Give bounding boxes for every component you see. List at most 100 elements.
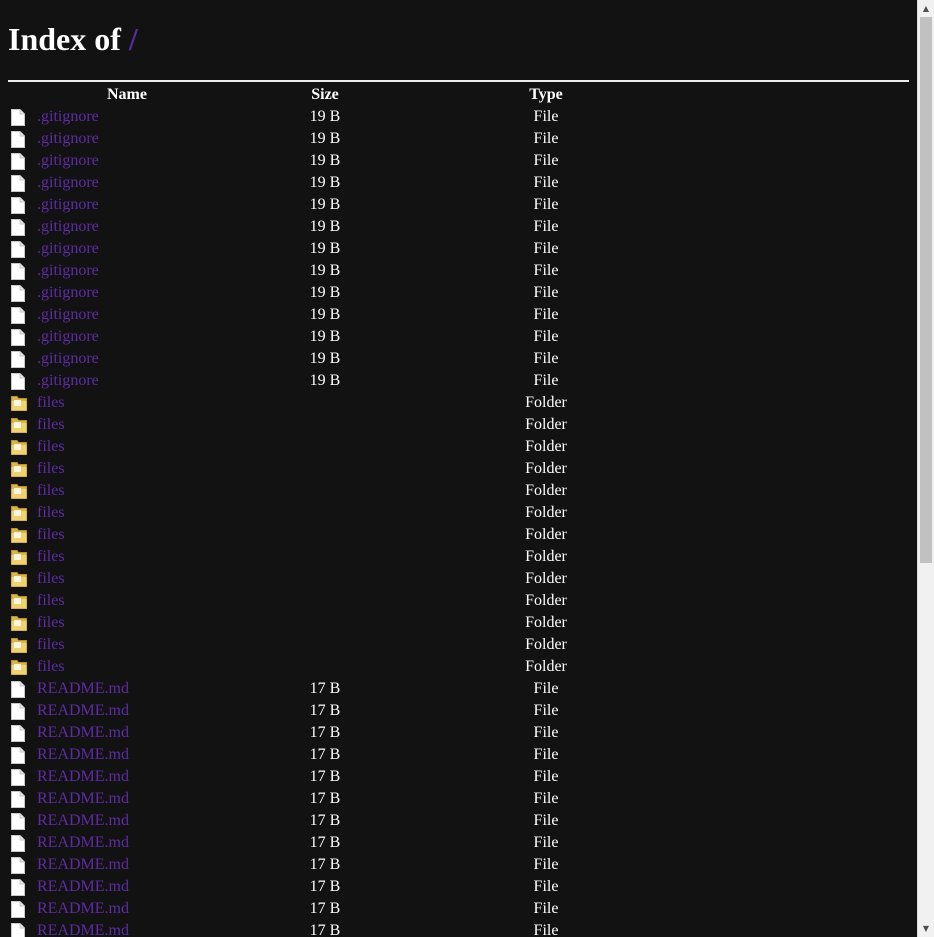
file-link[interactable]: README.md	[37, 878, 129, 895]
file-link[interactable]: README.md	[37, 724, 129, 741]
scroll-down-arrow[interactable]: ▼	[918, 920, 934, 937]
size-cell: 19 B	[309, 130, 341, 147]
file-link[interactable]: README.md	[37, 702, 129, 719]
file-link[interactable]: README.md	[37, 812, 129, 829]
file-link[interactable]: .gitignore	[37, 262, 99, 279]
table-row[interactable]: README.md 17 B File	[8, 876, 651, 898]
file-link[interactable]: README.md	[37, 900, 129, 917]
size-cell: 17 B	[309, 812, 341, 829]
name-cell: files	[37, 634, 217, 656]
table-row[interactable]: .gitignore 19 B File	[8, 150, 651, 172]
folder-link[interactable]: files	[37, 636, 65, 653]
table-row[interactable]: files Folder	[8, 568, 651, 590]
folder-link[interactable]: files	[37, 614, 65, 631]
table-row[interactable]: .gitignore 19 B File	[8, 172, 651, 194]
vertical-scrollbar[interactable]: ▲ ▼	[917, 0, 934, 937]
file-icon	[8, 854, 37, 876]
scrollbar-thumb[interactable]	[920, 17, 932, 563]
folder-link[interactable]: files	[37, 504, 65, 521]
table-row[interactable]: .gitignore 19 B File	[8, 326, 651, 348]
size-cell: 19 B	[309, 152, 341, 169]
root-path-link[interactable]: /	[129, 21, 138, 57]
file-link[interactable]: .gitignore	[37, 174, 99, 191]
table-row[interactable]: files Folder	[8, 414, 651, 436]
folder-link[interactable]: files	[37, 482, 65, 499]
file-link[interactable]: README.md	[37, 922, 129, 937]
table-row[interactable]: README.md 17 B File	[8, 920, 651, 937]
folder-link[interactable]: files	[37, 394, 65, 411]
size-cell: 19 B	[309, 240, 341, 257]
table-row[interactable]: files Folder	[8, 392, 651, 414]
file-link[interactable]: .gitignore	[37, 284, 99, 301]
folder-link[interactable]: files	[37, 548, 65, 565]
file-link[interactable]: README.md	[37, 746, 129, 763]
table-row[interactable]: README.md 17 B File	[8, 810, 651, 832]
table-row[interactable]: README.md 17 B File	[8, 788, 651, 810]
table-row[interactable]: files Folder	[8, 524, 651, 546]
folder-link[interactable]: files	[37, 658, 65, 675]
table-row[interactable]: files Folder	[8, 436, 651, 458]
table-row[interactable]: files Folder	[8, 612, 651, 634]
table-row[interactable]: files Folder	[8, 634, 651, 656]
folder-link[interactable]: files	[37, 526, 65, 543]
table-row[interactable]: README.md 17 B File	[8, 700, 651, 722]
table-row[interactable]: .gitignore 19 B File	[8, 370, 651, 392]
table-row[interactable]: .gitignore 19 B File	[8, 282, 651, 304]
file-link[interactable]: .gitignore	[37, 108, 99, 125]
table-row[interactable]: .gitignore 19 B File	[8, 304, 651, 326]
type-cell: File	[533, 768, 559, 785]
table-row[interactable]: .gitignore 19 B File	[8, 106, 651, 128]
file-link[interactable]: .gitignore	[37, 350, 99, 367]
folder-icon	[8, 656, 37, 678]
table-row[interactable]: .gitignore 19 B File	[8, 194, 651, 216]
folder-link[interactable]: files	[37, 570, 65, 587]
size-cell	[217, 458, 433, 480]
table-row[interactable]: files Folder	[8, 546, 651, 568]
folder-link[interactable]: files	[37, 416, 65, 433]
folder-link[interactable]: files	[37, 438, 65, 455]
folder-link[interactable]: files	[37, 592, 65, 609]
file-link[interactable]: .gitignore	[37, 218, 99, 235]
table-row[interactable]: README.md 17 B File	[8, 854, 651, 876]
folder-link[interactable]: files	[37, 460, 65, 477]
table-row[interactable]: README.md 17 B File	[8, 898, 651, 920]
table-row[interactable]: README.md 17 B File	[8, 678, 651, 700]
file-link[interactable]: .gitignore	[37, 306, 99, 323]
file-icon	[8, 106, 37, 128]
table-row[interactable]: README.md 17 B File	[8, 766, 651, 788]
table-row[interactable]: README.md 17 B File	[8, 744, 651, 766]
file-link[interactable]: .gitignore	[37, 130, 99, 147]
file-link[interactable]: README.md	[37, 768, 129, 785]
directory-listing-page: Index of / Name Size Type .gitignore 19 B…	[8, 0, 909, 937]
scroll-up-arrow[interactable]: ▲	[918, 0, 934, 17]
name-cell: README.md	[37, 766, 217, 788]
table-row[interactable]: .gitignore 19 B File	[8, 216, 651, 238]
table-row[interactable]: .gitignore 19 B File	[8, 128, 651, 150]
file-icon	[8, 282, 37, 304]
table-row[interactable]: files Folder	[8, 656, 651, 678]
name-cell: .gitignore	[37, 216, 217, 238]
file-link[interactable]: README.md	[37, 834, 129, 851]
table-row[interactable]: .gitignore 19 B File	[8, 238, 651, 260]
type-cell: File	[533, 724, 559, 741]
file-link[interactable]: .gitignore	[37, 152, 99, 169]
table-row[interactable]: files Folder	[8, 458, 651, 480]
table-row[interactable]: README.md 17 B File	[8, 722, 651, 744]
table-row[interactable]: files Folder	[8, 590, 651, 612]
file-link[interactable]: README.md	[37, 790, 129, 807]
table-row[interactable]: README.md 17 B File	[8, 832, 651, 854]
type-cell: File	[533, 834, 559, 851]
name-cell: .gitignore	[37, 106, 217, 128]
table-row[interactable]: files Folder	[8, 480, 651, 502]
table-row[interactable]: .gitignore 19 B File	[8, 348, 651, 370]
file-icon	[8, 700, 37, 722]
file-link[interactable]: .gitignore	[37, 372, 99, 389]
file-link[interactable]: README.md	[37, 680, 129, 697]
table-row[interactable]: files Folder	[8, 502, 651, 524]
file-link[interactable]: README.md	[37, 856, 129, 873]
file-link[interactable]: .gitignore	[37, 240, 99, 257]
table-row[interactable]: .gitignore 19 B File	[8, 260, 651, 282]
file-link[interactable]: .gitignore	[37, 328, 99, 345]
name-cell: README.md	[37, 744, 217, 766]
file-link[interactable]: .gitignore	[37, 196, 99, 213]
